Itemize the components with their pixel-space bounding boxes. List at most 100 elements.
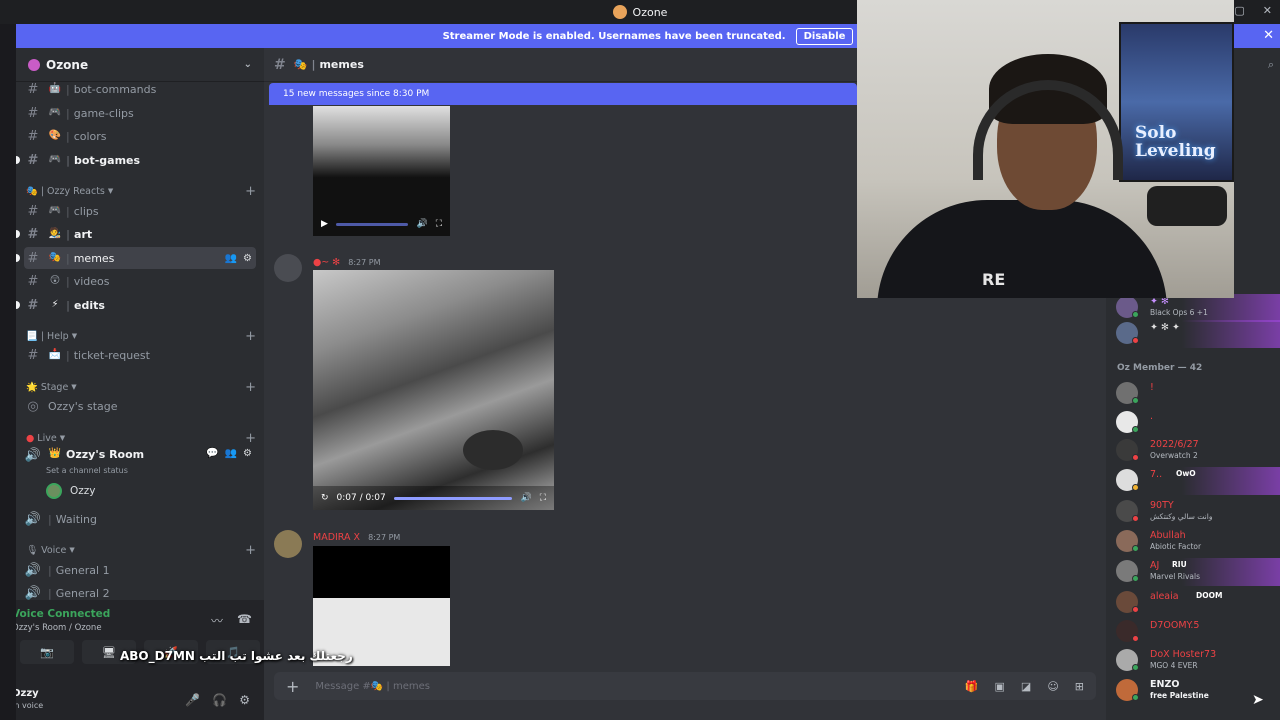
- member-name: !: [1150, 382, 1154, 393]
- chevron-down-icon: ▼: [71, 383, 77, 391]
- video-attachment[interactable]: ↻ 0:07 / 0:07 🔊 ⛶: [313, 270, 554, 510]
- channel-label: art: [74, 227, 93, 241]
- microphone-icon[interactable]: 🎤: [185, 693, 200, 707]
- sticker-icon[interactable]: ◪: [1021, 680, 1031, 693]
- headphones-icon[interactable]: 🎧: [212, 693, 227, 707]
- fullscreen-icon[interactable]: ⛶: [436, 219, 442, 229]
- chat-bubble-icon[interactable]: 💬: [206, 448, 218, 459]
- gear-icon[interactable]: ⚙: [239, 693, 250, 707]
- voice-channel-general-1[interactable]: 🔊 | General 1: [24, 559, 256, 581]
- member-item[interactable]: aleaia DOOM: [1116, 589, 1280, 617]
- channel-game-clips[interactable]: # 🎮 | game-clips: [24, 102, 256, 124]
- voice-participant[interactable]: Ozzy: [46, 482, 96, 500]
- member-item[interactable]: .: [1116, 409, 1280, 437]
- message-timestamp: 8:27 PM: [348, 258, 381, 267]
- camera-button[interactable]: 📷: [20, 640, 74, 664]
- close-banner-icon[interactable]: ✕: [1263, 28, 1274, 43]
- user-name[interactable]: Ozzy: [16, 688, 39, 699]
- member-item[interactable]: ✦ ✻ Black Ops 6 +1: [1116, 294, 1280, 322]
- add-channel-icon[interactable]: +: [245, 184, 256, 199]
- add-channel-icon[interactable]: +: [245, 329, 256, 344]
- channel-bot-games[interactable]: # 🎮 | bot-games: [16, 149, 256, 171]
- voice-channel-waiting[interactable]: 🔊 | Waiting: [24, 508, 256, 530]
- channel-bot-commands[interactable]: # 🤖 | bot-commands: [24, 78, 256, 100]
- channel-ozzys-stage[interactable]: ◎ Ozzy's stage: [24, 395, 256, 417]
- message-header: ●~ ✻ 8:27 PM: [313, 257, 380, 268]
- chevron-down-icon: ▼: [59, 434, 66, 442]
- member-name: .: [1150, 411, 1154, 422]
- invite-icon[interactable]: 👥: [225, 253, 237, 264]
- category-help[interactable]: 📃 | Help ▼ +: [26, 328, 256, 344]
- channel-status-hint[interactable]: Set a channel status: [46, 466, 128, 475]
- member-item[interactable]: DoX Hoster73 MGO 4 EVER: [1116, 647, 1280, 675]
- disable-streamer-mode-button[interactable]: Disable: [795, 27, 854, 45]
- crown-icon: 👑: [48, 448, 62, 459]
- avatar[interactable]: [274, 254, 302, 282]
- chat-channel-name: memes: [319, 58, 364, 71]
- member-item[interactable]: 90TY وانت سالي وكنتكش: [1116, 498, 1280, 526]
- message-input[interactable]: Message #🎭 | memes: [315, 681, 430, 692]
- chevron-down-icon: ▼: [69, 546, 75, 554]
- member-item[interactable]: 2022/6/27 Overwatch 2: [1116, 437, 1280, 465]
- member-item[interactable]: !: [1116, 380, 1280, 408]
- search-icon[interactable]: ⌕: [1268, 58, 1274, 72]
- new-messages-bar[interactable]: 15 new messages since 8:30 PM: [269, 83, 857, 105]
- channel-ticket-request[interactable]: # 📩 | ticket-request: [24, 344, 256, 366]
- attach-plus-icon[interactable]: +: [286, 677, 299, 696]
- add-channel-icon[interactable]: +: [245, 380, 256, 395]
- channel-memes[interactable]: # 🎭 | memes 👥 ⚙: [16, 247, 256, 269]
- noise-suppression-icon[interactable]: 〰: [211, 612, 223, 629]
- channel-label: Ozzy's Room: [66, 448, 145, 461]
- channel-videos[interactable]: # 😲 | videos: [24, 270, 256, 292]
- invite-icon[interactable]: 👥: [225, 448, 237, 459]
- message-author-redacted[interactable]: ●~ ✻: [313, 257, 340, 268]
- category-emoji-icon: 📃: [26, 330, 38, 342]
- add-channel-icon[interactable]: +: [245, 431, 256, 446]
- volume-icon[interactable]: 🔊: [416, 219, 427, 229]
- category-ozzy-reacts[interactable]: 🎭 | Ozzy Reacts ▼ +: [26, 183, 256, 199]
- member-item[interactable]: D7OOMY.5: [1116, 618, 1280, 646]
- shirt-logo: RE: [982, 270, 1006, 289]
- voice-location[interactable]: Ozzy's Room / Ozone: [16, 623, 102, 633]
- category-live[interactable]: ● Live ▼ +: [26, 430, 256, 446]
- avatar[interactable]: [274, 530, 302, 558]
- video-attachment[interactable]: [313, 546, 450, 666]
- gear-icon[interactable]: ⚙: [243, 448, 252, 459]
- server-header[interactable]: Ozone ⌄: [16, 48, 264, 82]
- status-dot: [1132, 664, 1139, 671]
- emoji-icon[interactable]: ☺: [1047, 680, 1058, 693]
- replay-icon[interactable]: ↻: [321, 493, 329, 503]
- member-badge: DOOM: [1196, 591, 1223, 600]
- gear-icon[interactable]: ⚙: [243, 253, 252, 264]
- disconnect-icon[interactable]: ☎: [237, 612, 252, 629]
- channel-colors[interactable]: # 🎨 | colors: [24, 125, 256, 147]
- channel-art[interactable]: # 🧑‍🎨 | art: [16, 223, 256, 245]
- masks-icon: 🎭: [293, 58, 308, 71]
- fullscreen-icon[interactable]: ⛶: [540, 493, 546, 503]
- status-dot: [1132, 515, 1139, 522]
- play-icon[interactable]: ▶: [321, 219, 328, 229]
- member-item[interactable]: 7.. OwO: [1116, 467, 1280, 495]
- close-window-icon[interactable]: ✕: [1263, 4, 1272, 17]
- volume-icon[interactable]: 🔊: [520, 493, 531, 503]
- channel-edits[interactable]: # ⚡ | edits: [16, 294, 256, 316]
- gamepad-icon: 🎮: [48, 205, 62, 216]
- gif-icon[interactable]: ▣: [995, 680, 1005, 693]
- unread-indicator: [16, 254, 20, 262]
- add-channel-icon[interactable]: +: [245, 543, 256, 558]
- category-emoji-icon: 🎭: [26, 185, 38, 197]
- message-author[interactable]: MADIRA X: [313, 532, 360, 543]
- channel-clips[interactable]: # 🎮 | clips: [24, 200, 256, 222]
- member-item[interactable]: AJ Marvel Rivals RIU: [1116, 558, 1280, 586]
- maximize-icon[interactable]: ▢: [1234, 4, 1244, 17]
- video-attachment[interactable]: ▶ 🔊 ⛶: [313, 106, 450, 236]
- message-composer[interactable]: + Message #🎭 | memes 🎁 ▣ ◪ ☺ ⊞: [274, 672, 1096, 700]
- category-stage[interactable]: 🌟 Stage ▼ +: [26, 379, 256, 395]
- member-item[interactable]: Abullah Abiotic Factor: [1116, 528, 1280, 556]
- category-voice[interactable]: 🎙 Voice ▼ +: [26, 542, 256, 558]
- apps-icon[interactable]: ⊞: [1075, 680, 1084, 693]
- voice-connected-status[interactable]: Voice Connected: [16, 608, 110, 620]
- gift-icon[interactable]: 🎁: [965, 680, 979, 693]
- member-name: ENZO: [1150, 679, 1180, 690]
- member-item[interactable]: ✦ ✻ ✦: [1116, 320, 1280, 348]
